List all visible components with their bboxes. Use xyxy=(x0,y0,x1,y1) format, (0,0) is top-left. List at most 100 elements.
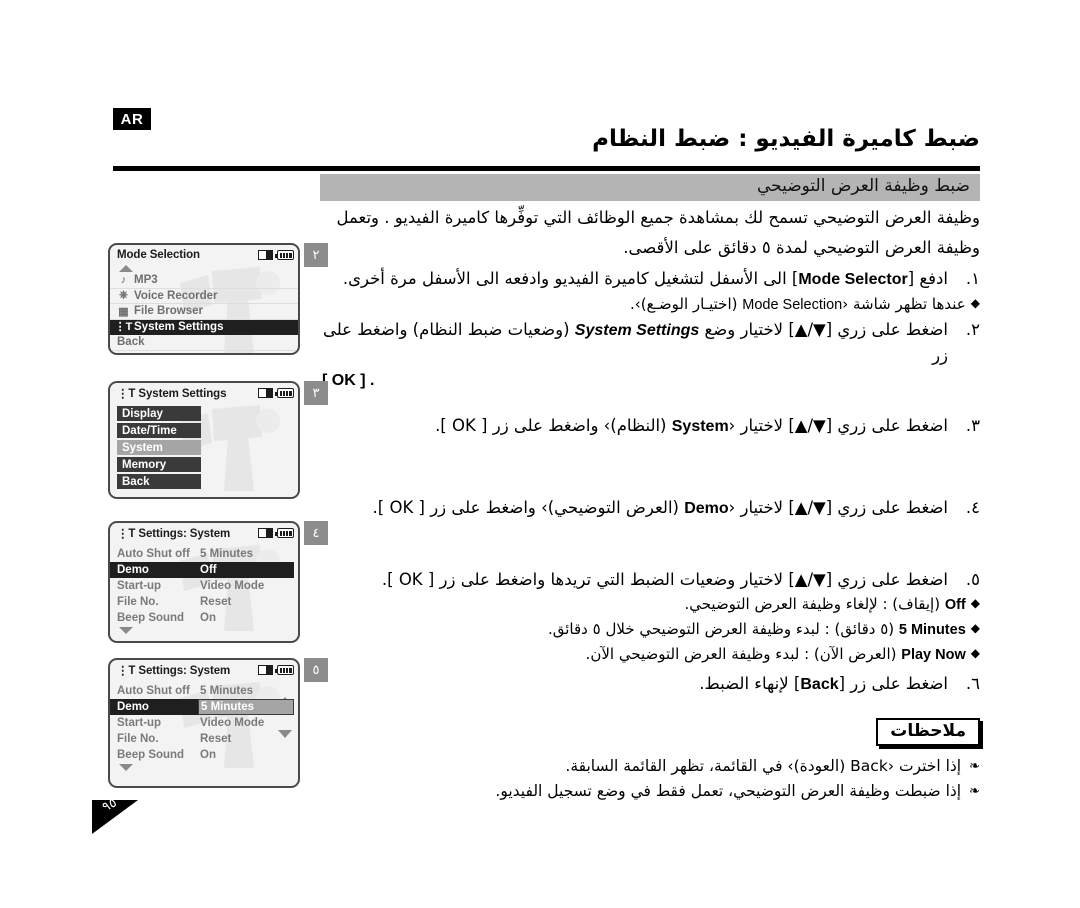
menu-item-label: System xyxy=(122,441,163,454)
setting-value: Reset xyxy=(200,596,232,608)
lcd-title-text: Settings: System xyxy=(138,528,231,540)
setting-key: File No. xyxy=(117,733,159,745)
menu-item-system-settings[interactable]: ⋮T System Settings xyxy=(110,319,298,335)
menu-item-label: Back xyxy=(122,475,150,488)
screen-mockup-mode-selection: ٢ Mode Selection ♪ MP3 ⎈ Voice Recorder xyxy=(108,243,328,355)
setting-value: 5 Minutes xyxy=(200,548,254,560)
diamond-icon: ◆ xyxy=(970,646,980,660)
setting-key: Auto Shut off xyxy=(117,548,190,560)
menu-item-file-browser[interactable]: ▦ File Browser xyxy=(110,304,298,320)
menu-item-label: Date/Time xyxy=(122,424,177,437)
battery-icon xyxy=(275,250,294,260)
step-4: ٤. اضغط على زري [▼/▲] لاختيار ‹Demo (الع… xyxy=(322,495,980,521)
step-3-post: (النظام)› واضغط على زر [ OK ]. xyxy=(435,416,672,435)
menu-item-back[interactable]: Back xyxy=(110,335,298,351)
lcd-titlebar: ⋮T System Settings xyxy=(110,383,298,403)
step-1-text: ادفع [Mode Selector] الى الأسفل لتشغيل ك… xyxy=(322,266,948,292)
menu-item-memory[interactable]: Memory xyxy=(117,457,201,472)
setting-key: Start-up xyxy=(117,580,162,592)
option-off-desc: (إيقاف) : لإلغاء وظيفة العرض التوضيحي. xyxy=(684,595,945,613)
scroll-up-arrow-icon[interactable] xyxy=(119,265,133,272)
scroll-down-arrow-icon[interactable] xyxy=(119,764,133,771)
screen-mockup-settings-system-off: ٤ ⋮T Settings: System Auto Shut off 5 Mi… xyxy=(108,521,328,643)
setting-key: Beep Sound xyxy=(117,749,185,761)
section-title: ضبط وظيفة العرض التوضيحي xyxy=(756,176,970,196)
intro-line-2: وظيفة العرض التوضيحي لمدة ٥ دقائق على ال… xyxy=(623,238,980,257)
lcd-status-icons xyxy=(258,665,294,675)
step-1-bullet-1-pre: عندها تظهر شاشة ‹ xyxy=(842,295,966,313)
step-5-bullet-2: ◆ 5 Minutes (٥ دقائق) : لبدء وظيفة العرض … xyxy=(322,617,980,642)
menu-item-label: File Browser xyxy=(134,305,204,318)
title-divider xyxy=(113,166,980,171)
lcd-titlebar: ⋮T Settings: System xyxy=(110,660,298,680)
mode-selector-key: Mode Selector xyxy=(798,271,908,288)
settings-icon: ⋮T xyxy=(117,528,139,540)
memory-card-icon xyxy=(258,388,273,398)
menu-item-label: Voice Recorder xyxy=(134,289,218,302)
step-6: ٦. اضغط على زر [Back] لإنهاء الضبط. xyxy=(322,671,980,697)
step-2-text: اضغط على زري [▼/▲] لاختيار وضع System Se… xyxy=(322,317,948,368)
option-play-now-desc: (العرض الآن) : لبدء وظيفة العرض التوضيحي… xyxy=(585,645,902,663)
scroll-down-arrow-icon[interactable] xyxy=(119,627,133,634)
system-settings-key: System Settings xyxy=(574,322,700,339)
menu-item-mp3[interactable]: ♪ MP3 xyxy=(110,273,298,289)
menu-item-voice-recorder[interactable]: ⎈ Voice Recorder xyxy=(110,289,298,304)
diamond-icon: ◆ xyxy=(970,621,980,635)
step-badge-5: ٥ xyxy=(304,658,328,682)
step-3-pre: اضغط على زري [▼/▲] لاختيار ‹ xyxy=(728,416,948,435)
settings-icon: ⋮T xyxy=(117,665,139,677)
setting-value: Reset xyxy=(200,733,232,745)
battery-icon xyxy=(275,388,294,398)
page-title: ضبط كاميرة الفيديو : ضبط النظام xyxy=(592,126,980,152)
setting-value: Video Mode xyxy=(200,717,265,729)
flower-bullet-icon: ❧ xyxy=(969,759,980,774)
step-1-post: ] الى الأسفل لتشغيل كاميرة الفيديو وادفع… xyxy=(342,269,799,288)
menu-item-label: Memory xyxy=(122,458,167,471)
setting-row-start-up[interactable]: Start-up Video Mode xyxy=(110,578,298,594)
lcd-title: ⋮T System Settings xyxy=(117,386,227,400)
setting-row-auto-shut-off[interactable]: Auto Shut off 5 Minutes xyxy=(110,546,298,562)
setting-row-auto-shut-off[interactable]: Auto Shut off 5 Minutes xyxy=(110,683,298,699)
setting-key: Demo xyxy=(110,699,198,715)
notes-heading: ملاحظات xyxy=(876,718,980,746)
menu-item-system[interactable]: System xyxy=(117,440,201,455)
lcd-menu: Auto Shut off 5 Minutes Demo Off Start-u… xyxy=(110,543,298,634)
setting-row-file-no[interactable]: File No. Reset xyxy=(110,731,298,747)
setting-value: Off xyxy=(198,562,294,578)
lcd-menu: ♪ MP3 ⎈ Voice Recorder ▦ File Browser ⋮T… xyxy=(110,265,298,351)
setting-row-demo[interactable]: Demo Off xyxy=(110,562,298,578)
lcd-titlebar: ⋮T Settings: System xyxy=(110,523,298,543)
menu-item-back[interactable]: Back xyxy=(117,474,201,489)
step-6-number: ٦. xyxy=(965,674,980,693)
step-6-text: اضغط على زر [Back] لإنهاء الضبط. xyxy=(322,671,948,697)
setting-row-beep-sound[interactable]: Beep Sound On xyxy=(110,610,298,626)
flower-bullet-icon: ❧ xyxy=(969,784,980,799)
setting-row-demo[interactable]: Demo 5 Minutes xyxy=(110,699,298,715)
option-play-now: Play Now xyxy=(901,647,966,663)
setting-value: On xyxy=(200,749,216,761)
lcd-title: ⋮T Settings: System xyxy=(117,526,230,540)
step-5-text: اضغط على زري [▼/▲] لاختيار وضعيات الضبط … xyxy=(381,570,948,589)
demo-key: Demo xyxy=(684,500,729,517)
step-6-post: ] لإنهاء الضبط. xyxy=(699,674,801,693)
diamond-icon: ◆ xyxy=(970,596,980,610)
step-badge-4: ٤ xyxy=(304,521,328,545)
memory-card-icon xyxy=(258,528,273,538)
lcd-menu: Auto Shut off 5 Minutes Demo 5 Minutes S… xyxy=(110,680,298,771)
setting-row-beep-sound[interactable]: Beep Sound On xyxy=(110,747,298,763)
step-5-number: ٥. xyxy=(965,570,980,589)
setting-row-start-up[interactable]: Start-up Video Mode xyxy=(110,715,298,731)
menu-item-label: System Settings xyxy=(134,320,224,333)
step-2: ٢. اضغط على زري [▼/▲] لاختيار وضع System… xyxy=(322,317,980,368)
setting-row-file-no[interactable]: File No. Reset xyxy=(110,594,298,610)
menu-item-display[interactable]: Display xyxy=(117,406,201,421)
step-1-number: ١. xyxy=(965,269,980,288)
screen-mockup-settings-system-5min: ٥ ⋮T Settings: System Auto Shut off 5 Mi… xyxy=(108,658,328,788)
settings-icon: ⋮T xyxy=(114,321,133,334)
step-badge-2: ٢ xyxy=(304,243,328,267)
menu-item-date-time[interactable]: Date/Time xyxy=(117,423,201,438)
option-off: Off xyxy=(944,597,966,613)
setting-value: On xyxy=(200,612,216,624)
